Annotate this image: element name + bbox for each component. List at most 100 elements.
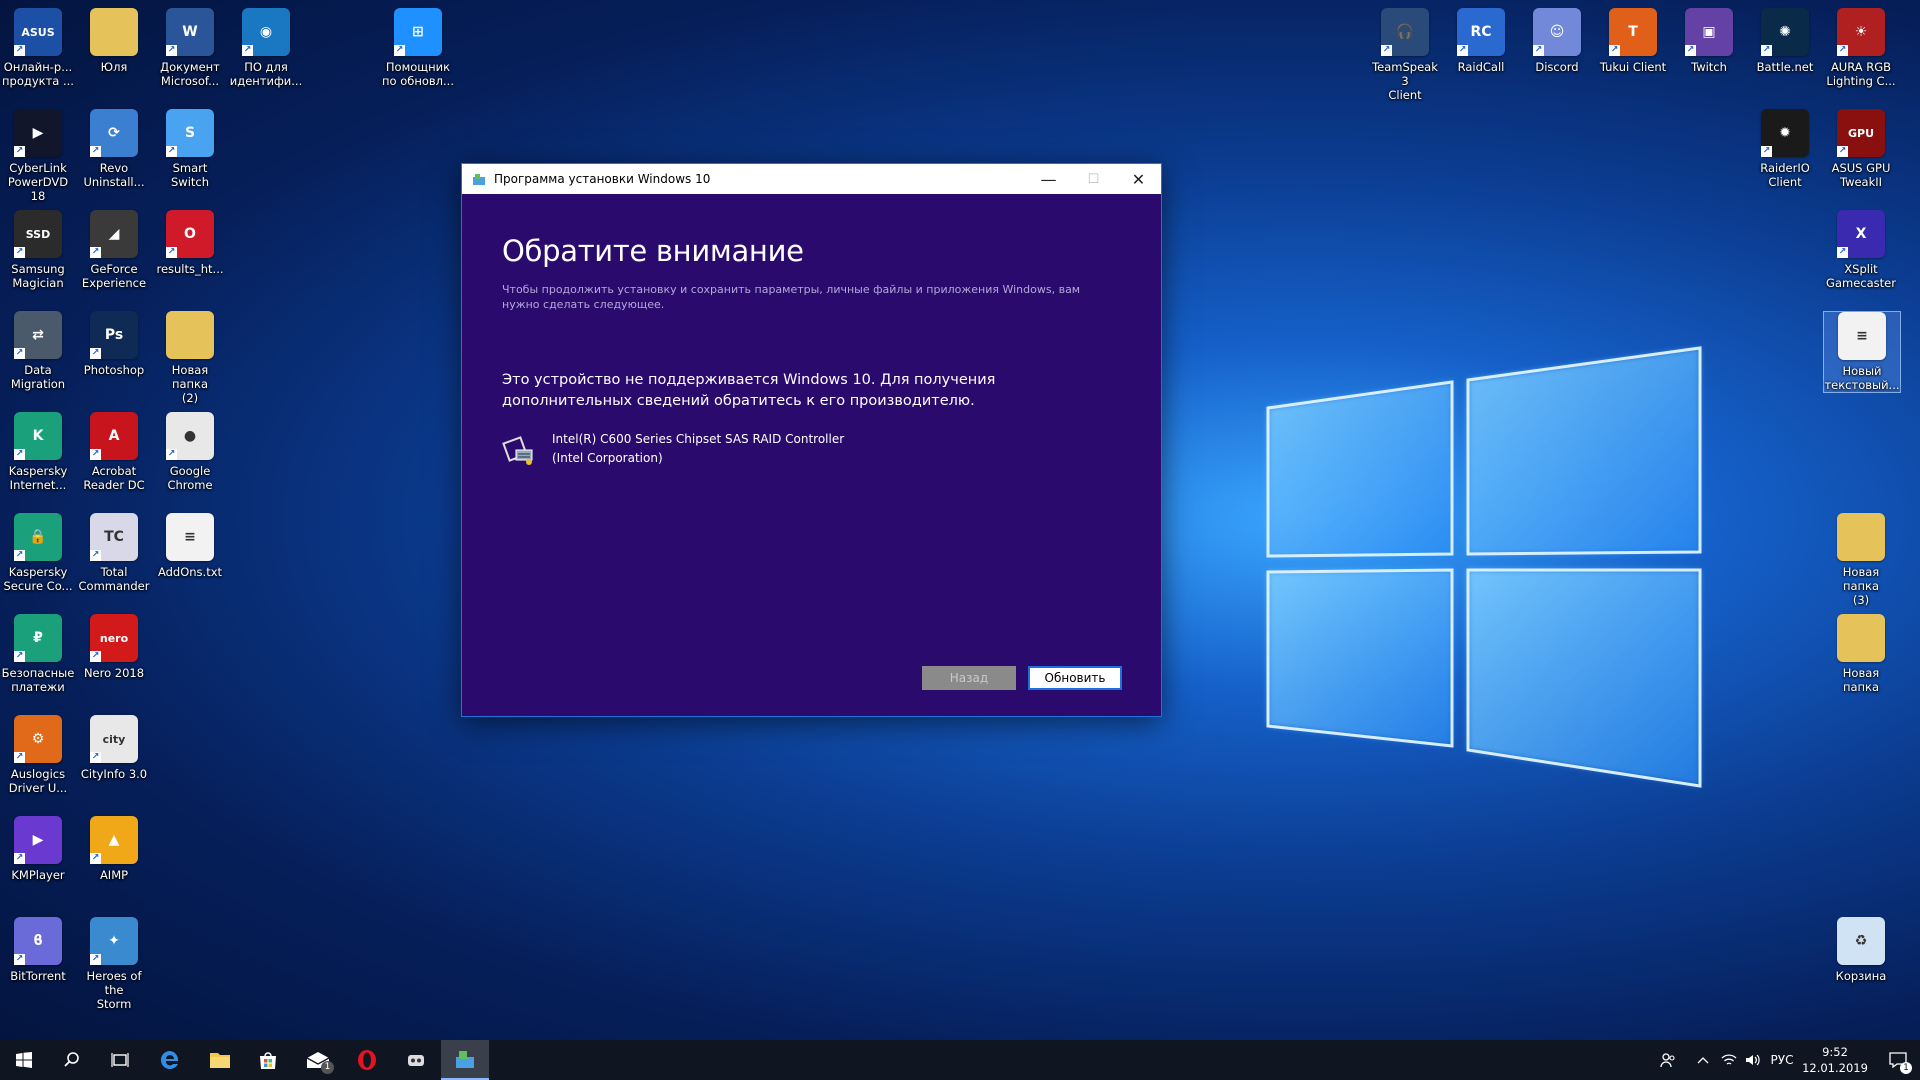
desktop-icon[interactable]: RC ↗ RaidCall [1443,8,1519,74]
desktop-icon[interactable]: 🔒 ↗ Kaspersky Secure Co... [0,513,76,593]
shortcut-arrow-icon: ↗ [90,954,101,965]
desktop-icon[interactable]: Новая папка [1823,614,1899,694]
desktop-icon-label: BitTorrent [10,969,66,983]
desktop-icon[interactable]: ◢ ↗ GeForce Experience [76,210,152,290]
opera-button[interactable] [343,1040,391,1080]
desktop-icon[interactable]: Ps ↗ Photoshop [76,311,152,377]
shortcut-arrow-icon: ↗ [1609,45,1620,56]
desktop-icon[interactable]: ● ↗ Google Chrome [152,412,228,492]
action-center-button[interactable]: 1 [1878,1040,1918,1080]
back-button[interactable]: Назад [922,666,1016,690]
desktop-icon[interactable]: ◉ ↗ ПО для идентифи... [228,8,304,88]
desktop-icon[interactable]: ▶ ↗ KMPlayer [0,816,76,882]
recycle-bin-icon: ♻ [1837,917,1885,965]
desktop-icon[interactable]: Новая папка (3) [1823,513,1899,607]
icon-glyph: nero [99,631,129,645]
volume-button[interactable] [1741,1040,1765,1080]
edge-button[interactable] [146,1040,194,1080]
search-button[interactable] [48,1040,96,1080]
language-indicator[interactable]: РУС [1767,1040,1797,1080]
people-icon [1660,1053,1675,1068]
shortcut-arrow-icon: ↗ [90,146,101,157]
desktop-icon[interactable]: W ↗ Документ Microsof... [152,8,228,88]
network-button[interactable] [1717,1040,1741,1080]
icon-glyph: ✺ [1779,24,1791,40]
desktop-icon[interactable]: ✺ ↗ Battle.net [1747,8,1823,74]
task-view-button[interactable] [96,1040,144,1080]
aimp-icon: ▲ ↗ [90,816,138,864]
close-button[interactable]: ✕ [1116,164,1161,194]
safe-money-icon: ₽ ↗ [14,614,62,662]
desktop-icon[interactable]: ▲ ↗ AIMP [76,816,152,882]
desktop-icon[interactable]: ≡ AddOns.txt [152,513,228,579]
desktop-icon[interactable]: ₽ ↗ Безопасные платежи [0,614,76,694]
shortcut-arrow-icon: ↗ [14,550,25,561]
start-button[interactable] [0,1040,48,1080]
desktop-icon[interactable]: SSD ↗ Samsung Magician [0,210,76,290]
desktop-icon[interactable]: Новая папка (2) [152,311,228,405]
icon-glyph: 🎧 [1396,24,1414,40]
desktop-icon[interactable]: O ↗ results_ht... [152,210,228,276]
media-app-button[interactable] [392,1040,440,1080]
icon-glyph: ▲ [108,832,120,848]
setup-app-icon [473,174,485,185]
desktop-icon[interactable]: S ↗ Smart Switch [152,109,228,189]
update-button[interactable]: Обновить [1028,666,1122,690]
desktop-icon[interactable]: X ↗ XSplit Gamecaster [1823,210,1899,290]
minimize-button[interactable]: — [1026,164,1071,194]
icon-glyph: ⇄ [32,327,44,343]
store-button[interactable] [244,1040,292,1080]
desktop-icon[interactable]: ≡ Новый текстовый... [1823,311,1901,393]
dialog-titlebar[interactable]: Программа установки Windows 10 — ☐ ✕ [462,164,1161,194]
desktop-icon-label: GeForce Experience [81,262,147,290]
desktop-icon-label: RaiderIO Client [1760,161,1810,189]
desktop-icon[interactable]: ♻ Корзина [1823,917,1899,983]
desktop-icon[interactable]: GPU ↗ ASUS GPU TweakII [1823,109,1899,189]
icon-glyph: ≡ [1856,328,1868,344]
icon-glyph: K [32,428,44,444]
desktop-icon[interactable]: K ↗ Kaspersky Internet... [0,412,76,492]
mail-button[interactable]: 1 [294,1040,342,1080]
icon-glyph: ☀ [1854,24,1868,40]
desktop-icon[interactable]: T ↗ Tukui Client [1595,8,1671,74]
opera-file-icon: O ↗ [166,210,214,258]
icon-glyph: city [102,732,126,746]
desktop-icon[interactable]: 🎧 ↗ TeamSpeak 3 Client [1367,8,1443,102]
desktop-icon[interactable]: ASUS ↗ Онлайн-р... продукта ... [0,8,76,88]
desktop-icon[interactable]: ⟳ ↗ Revo Uninstall... [76,109,152,189]
desktop-icon[interactable]: ⇄ ↗ Data Migration [0,311,76,391]
desktop-icon-label: Heroes of the Storm [86,969,142,1011]
chrome-icon: ● ↗ [166,412,214,460]
desktop-icon[interactable]: ▣ ↗ Twitch [1671,8,1747,74]
setup-taskbar-button[interactable] [441,1040,489,1080]
device-chip-icon [502,436,533,465]
desktop-icon[interactable]: ⚙ ↗ Auslogics Driver U... [0,715,76,795]
xsplit-icon: X ↗ [1837,210,1885,258]
desktop-icon[interactable]: nero ↗ Nero 2018 [76,614,152,680]
start-icon [16,1052,32,1068]
desktop-icon[interactable]: TC ↗ Total Commander [76,513,152,593]
file-explorer-button[interactable] [196,1040,244,1080]
desktop-icon[interactable]: ✹ ↗ RaiderIO Client [1747,109,1823,189]
desktop-icon[interactable]: city ↗ CityInfo 3.0 [76,715,152,781]
people-button[interactable] [1655,1040,1681,1080]
desktop-icon[interactable]: ϐ ↗ BitTorrent [0,917,76,983]
icon-glyph: ● [183,428,197,444]
desktop-icon[interactable]: ☀ ↗ AURA RGB Lighting C... [1823,8,1899,88]
shortcut-arrow-icon: ↗ [166,45,177,56]
maximize-button[interactable]: ☐ [1071,164,1116,194]
desktop-icon[interactable]: A ↗ Acrobat Reader DC [76,412,152,492]
clock[interactable]: 9:52 12.01.2019 [1795,1044,1875,1076]
desktop-icon[interactable]: Юля [76,8,152,74]
desktop-icon[interactable]: ☺ ↗ Discord [1519,8,1595,74]
icon-glyph: ≡ [184,529,196,545]
desktop-icon[interactable]: ✦ ↗ Heroes of the Storm [76,917,152,1011]
desktop-icon[interactable]: ▶ ↗ CyberLink PowerDVD 18 [0,109,76,203]
mail-badge: 1 [321,1061,334,1074]
raiderio-icon: ✹ ↗ [1761,109,1809,157]
icon-glyph: ▶ [32,125,44,141]
shortcut-arrow-icon: ↗ [166,449,177,460]
show-hidden-icons-button[interactable] [1691,1040,1715,1080]
desktop-icon[interactable]: ⊞ ↗ Помощник по обновл... [380,8,456,88]
icon-glyph: ♻ [1854,933,1868,949]
